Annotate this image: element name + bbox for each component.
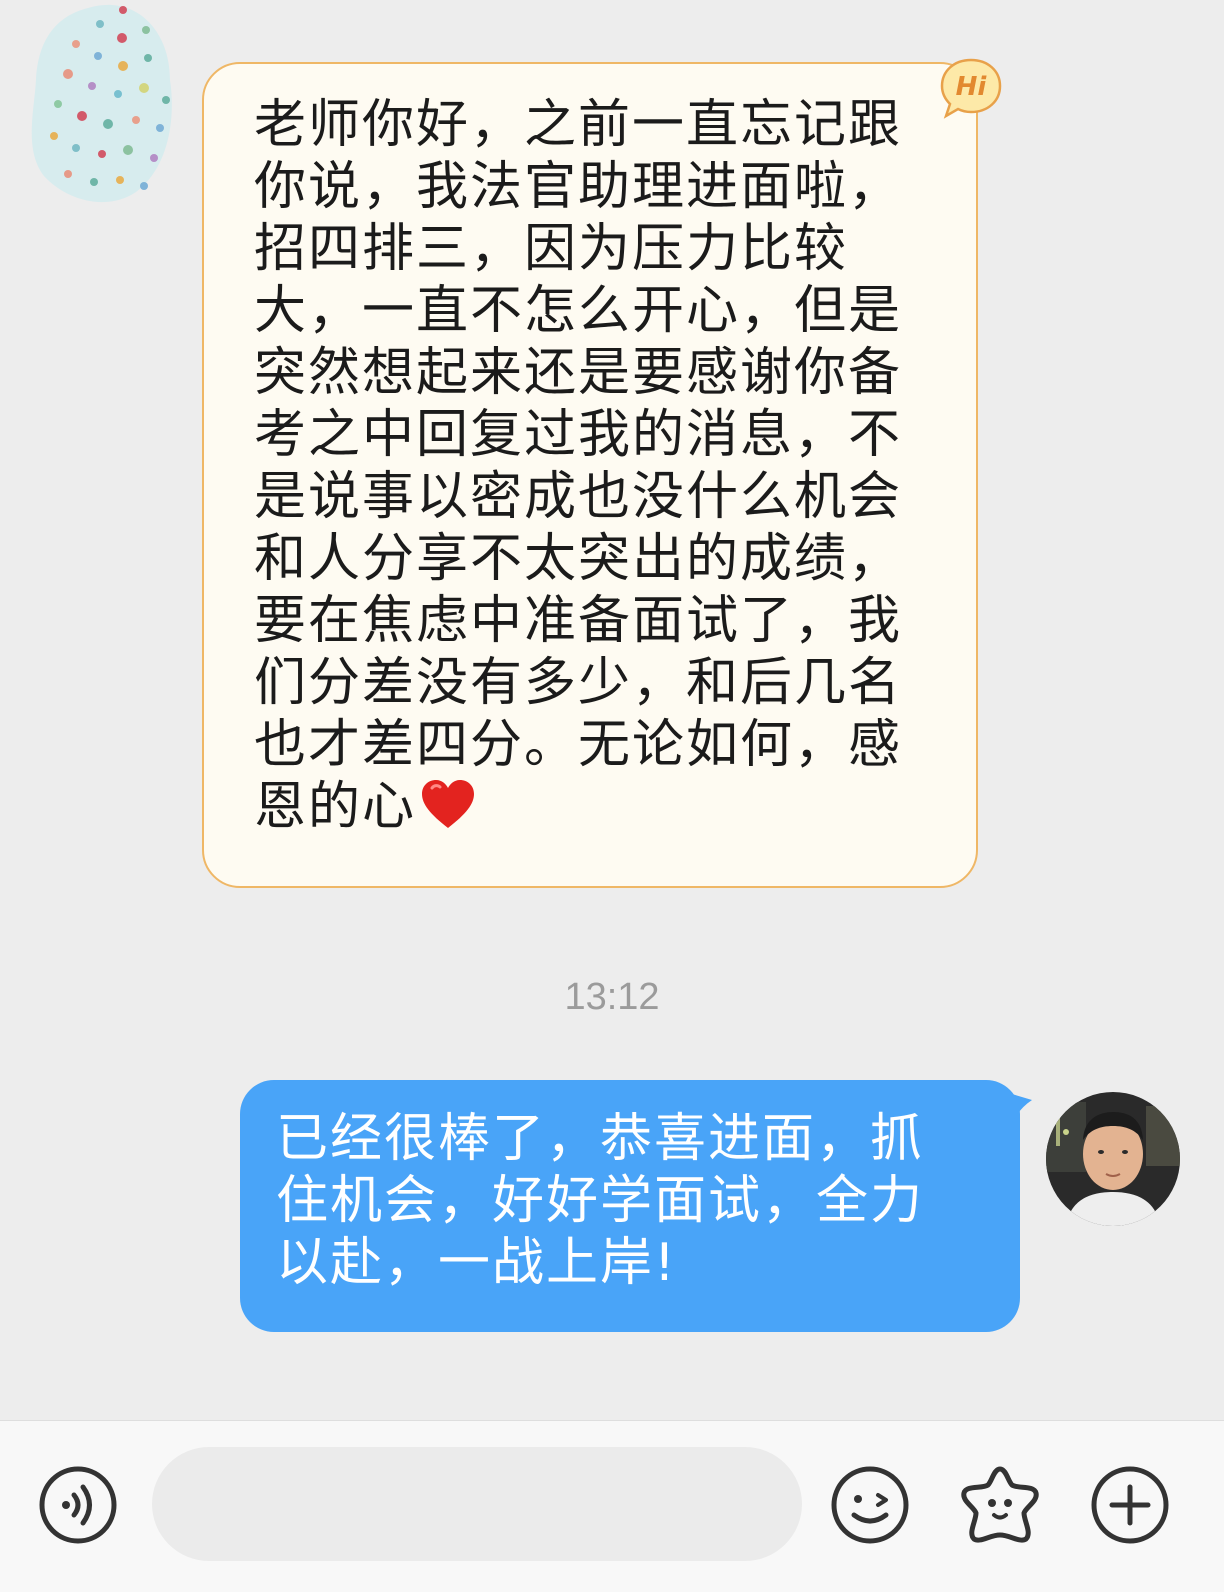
- incoming-message-body: 老师你好，之前一直忘记跟你说，我法官助理进面啦，招四排三，因为压力比较大，一直不…: [254, 95, 903, 837]
- sticker-icon[interactable]: [958, 1463, 1042, 1547]
- input-bar: [0, 1420, 1224, 1592]
- incoming-message-text: 老师你好，之前一直忘记跟你说，我法官助理进面啦，招四排三，因为压力比较大，一直不…: [254, 94, 904, 838]
- hi-badge-label: Hi: [956, 72, 988, 102]
- outgoing-message-text: 已经很棒了，恭喜进面，抓住机会，好好学面试，全力以赴，一战上岸!: [276, 1109, 925, 1293]
- chat-area: 老师你好，之前一直忘记跟你说，我法官助理进面啦，招四排三，因为压力比较大，一直不…: [0, 0, 1224, 1420]
- voice-icon[interactable]: [36, 1463, 120, 1547]
- message-timestamp: 13:12: [564, 976, 660, 1018]
- plus-icon[interactable]: [1088, 1463, 1172, 1547]
- emoji-icon[interactable]: [828, 1463, 912, 1547]
- heart-icon: [420, 778, 476, 832]
- message-input[interactable]: [152, 1447, 802, 1561]
- hi-badge-icon: Hi: [938, 56, 1004, 122]
- incoming-message-bubble[interactable]: 老师你好，之前一直忘记跟你说，我法官助理进面啦，招四排三，因为压力比较大，一直不…: [202, 62, 978, 888]
- contact-avatar[interactable]: [28, 0, 178, 205]
- my-avatar[interactable]: [1046, 1092, 1180, 1226]
- outgoing-message-bubble[interactable]: 已经很棒了，恭喜进面，抓住机会，好好学面试，全力以赴，一战上岸!: [240, 1080, 1032, 1332]
